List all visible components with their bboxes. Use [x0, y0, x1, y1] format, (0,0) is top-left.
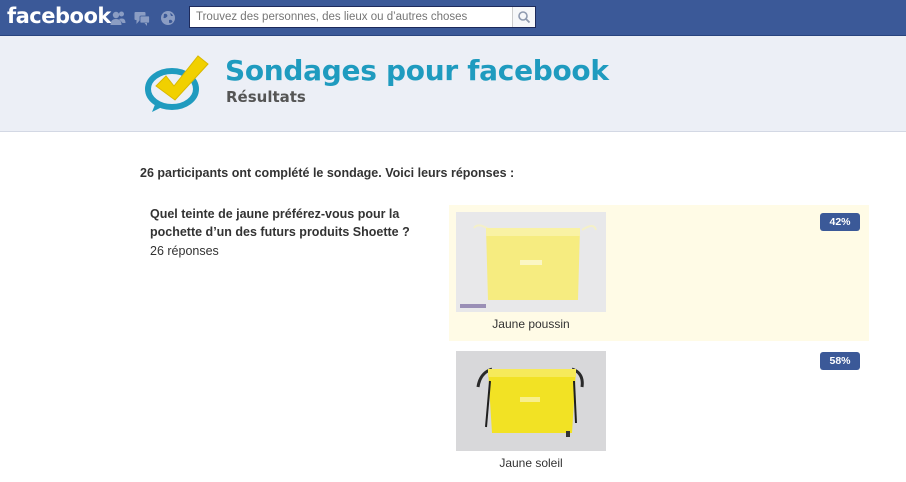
- results-summary: 26 participants ont complété le sondage.…: [140, 166, 515, 180]
- messages-icon[interactable]: [134, 9, 150, 27]
- search-button[interactable]: [512, 7, 535, 27]
- answer-image-poussin: [456, 212, 606, 312]
- app-subtitle: Résultats: [226, 88, 306, 106]
- answer-image-soleil: [456, 351, 606, 451]
- facebook-logo[interactable]: facebook: [7, 4, 111, 28]
- percent-badge: 58%: [820, 352, 860, 370]
- facebook-top-bar: facebook: [0, 0, 906, 36]
- search-icon: [518, 11, 531, 24]
- friend-requests-icon[interactable]: [110, 9, 126, 27]
- checkmark-speech-bubble-icon: [145, 55, 209, 112]
- app-header: Sondages pour facebook Résultats: [0, 36, 906, 132]
- notifications-globe-icon[interactable]: [160, 9, 176, 27]
- response-count: 26 réponses: [150, 244, 219, 258]
- percent-badge: 42%: [820, 213, 860, 231]
- answer-option[interactable]: Jaune soleil 58%: [449, 344, 869, 480]
- answer-label: Jaune poussin: [492, 317, 570, 331]
- poll-question: Quel teinte de jaune préférez-vous pour …: [150, 207, 410, 239]
- app-title: Sondages pour facebook: [225, 54, 609, 87]
- answer-label: Jaune soleil: [499, 456, 563, 470]
- search-input[interactable]: [190, 7, 508, 27]
- search-box: [189, 6, 536, 28]
- answer-option[interactable]: Jaune poussin 42%: [449, 205, 869, 341]
